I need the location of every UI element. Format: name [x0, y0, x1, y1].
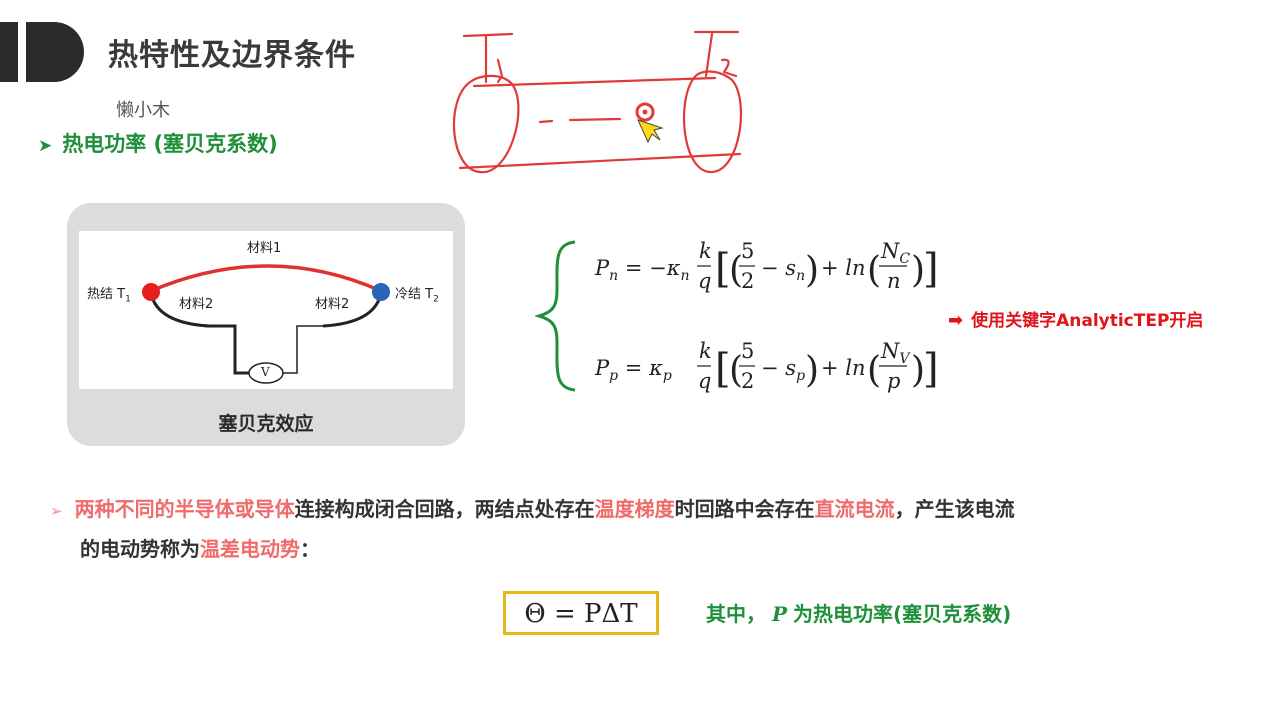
hot-junction-label: 热结 T1 — [87, 287, 131, 305]
highlight-text: 直流电流 — [814, 497, 895, 521]
svg-text:NC: NC — [880, 239, 910, 267]
highlight-text: 两种不同的半导体或导体 — [74, 497, 295, 521]
svg-text:5: 5 — [741, 339, 754, 363]
svg-text:NV: NV — [880, 339, 911, 367]
formula-note-text: 使用关键字AnalyticTEP开启 — [971, 311, 1204, 331]
svg-text:− sp: − sp — [761, 356, 805, 384]
paragraph-text: 的电动势称为 — [80, 537, 200, 561]
equation-note-prefix: 其中， — [706, 602, 766, 626]
svg-text:Pp = κp: Pp = κp — [594, 356, 672, 384]
svg-text:2: 2 — [741, 369, 754, 393]
equation-note-variable: P — [772, 602, 788, 626]
cold-junction-label: 冷结 T2 — [395, 287, 439, 305]
equation-box: Θ = PΔT — [503, 591, 659, 635]
voltmeter-label: V — [261, 365, 270, 379]
svg-text:(: ( — [867, 350, 881, 391]
svg-text:(: ( — [867, 250, 881, 291]
svg-text:+ ln: + ln — [821, 256, 866, 280]
svg-text:k: k — [699, 339, 712, 363]
material2-right-label: 材料2 — [315, 297, 350, 312]
svg-text:): ) — [805, 250, 819, 291]
formula-note: ➡ 使用关键字AnalyticTEP开启 — [948, 306, 1203, 331]
watermark-text: 懒小木 — [116, 100, 170, 121]
seebeck-diagram-card: 材料1 材料2 材料2 热结 T1 冷结 T2 V 塞贝克效应 — [67, 203, 465, 446]
svg-text:]: ] — [923, 346, 939, 392]
svg-text:q: q — [698, 369, 711, 393]
material1-label: 材料1 — [247, 241, 282, 256]
equation-note: 其中， P 为热电功率(塞贝克系数) — [706, 598, 1011, 627]
seebeck-diagram: 材料1 材料2 材料2 热结 T1 冷结 T2 V — [79, 231, 453, 389]
svg-text:): ) — [805, 350, 819, 391]
slide-title: 热特性及边界条件 — [108, 38, 356, 73]
hot-junction-dot — [142, 283, 160, 301]
svg-text:q: q — [698, 269, 711, 293]
svg-text:n: n — [887, 269, 901, 293]
handwritten-sketch — [452, 30, 743, 174]
equation-note-suffix: 为热电功率(塞贝克系数) — [793, 602, 1012, 626]
svg-text:]: ] — [923, 246, 939, 292]
svg-text:k: k — [699, 239, 712, 263]
paragraph-text: 连接构成闭合回路，两结点处存在 — [294, 497, 595, 521]
cold-junction-dot — [372, 283, 390, 301]
material2-left-label: 材料2 — [179, 297, 214, 312]
section-heading-label: 热电功率 (塞贝克系数) — [62, 132, 278, 156]
right-arrow-icon: ➡ — [948, 310, 964, 331]
svg-text:Pn = −κn: Pn = −κn — [594, 256, 690, 284]
arrowhead-bullet-icon: ➤ — [38, 136, 53, 156]
thermoelectric-power-formulas: Pn = −κn k q [ ( 5 2 − sn ) + ln ( NC n … — [535, 239, 939, 393]
diagram-caption: 塞贝克效应 — [218, 413, 314, 435]
paragraph-text: 时回路中会存在 — [674, 497, 815, 521]
paragraph-text: ，产生该电流 — [894, 497, 1015, 521]
svg-text:+ ln: + ln — [821, 356, 866, 380]
svg-text:5: 5 — [741, 239, 754, 263]
svg-text:p: p — [887, 369, 900, 393]
svg-text:2: 2 — [741, 269, 754, 293]
logo-bar — [0, 22, 84, 82]
arrowhead-bullet-icon: ➢ — [50, 502, 63, 520]
explanation-paragraph: ➢ 两种不同的半导体或导体连接构成闭合回路，两结点处存在温度梯度时回路中会存在直流… — [50, 490, 1250, 568]
section-heading: ➤ 热电功率 (塞贝克系数) — [38, 128, 278, 158]
svg-text:− sn: − sn — [761, 256, 805, 284]
highlight-text: 温度梯度 — [594, 497, 675, 521]
paragraph-text: ： — [300, 537, 320, 561]
highlight-text: 温差电动势 — [200, 537, 300, 561]
